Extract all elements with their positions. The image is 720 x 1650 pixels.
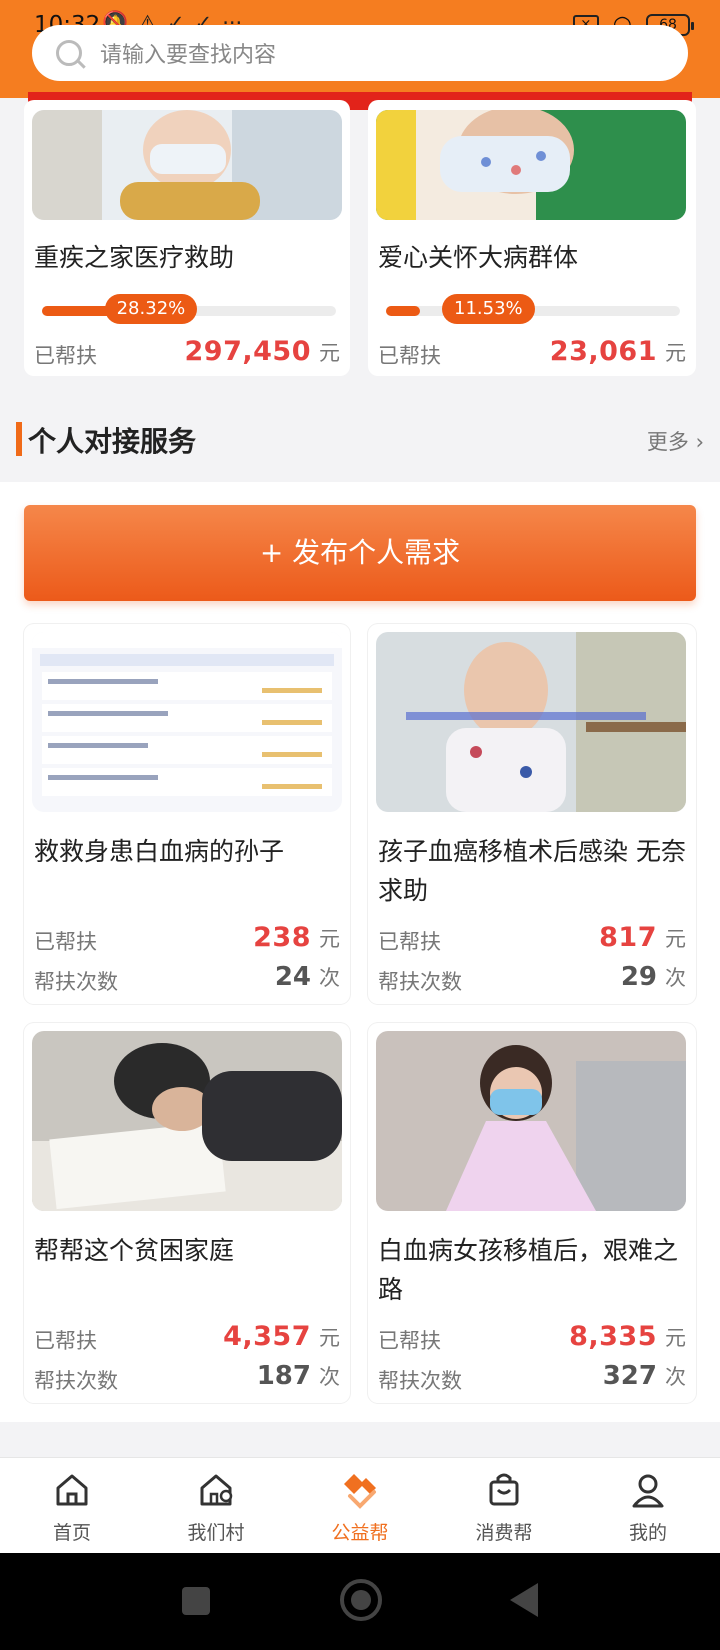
more-link[interactable]: 更多 › [647,426,704,456]
count-unit: 次 [665,966,686,990]
home-icon [56,1474,88,1506]
help-count: 187 次 [257,1361,340,1391]
help-count: 327 次 [603,1361,686,1391]
nav-item-village[interactable]: 我们村 [144,1458,288,1553]
amount-value: 23,061 [549,336,657,367]
request-card[interactable]: 救救身患白血病的孙子 已帮扶 238 元 帮扶次数 24 次 [24,624,350,1004]
nav-label: 消费帮 [475,1522,533,1544]
progress-bar: 28.32% [42,294,336,324]
nav-label: 公益帮 [331,1522,389,1544]
count-unit: 次 [319,1365,340,1389]
donation-list-screenshot [32,632,342,812]
progress-percent: 11.53% [442,294,535,324]
count-label: 帮扶次数 [34,1369,118,1393]
family-photo [32,1031,342,1211]
request-card-title: 白血病女孩移植后，艰难之路 [378,1236,679,1304]
amount-value: 238 [253,922,311,953]
amount-value: 817 [599,922,657,953]
amount-unit: 元 [319,1326,340,1350]
amount-unit: 元 [319,927,340,951]
count-label: 帮扶次数 [378,970,462,994]
amount-unit: 元 [665,1326,686,1350]
amount-value: 297,450 [184,336,311,367]
amount-unit: 元 [319,341,340,365]
nav-item-charity[interactable]: 公益帮 [288,1458,432,1553]
search-icon [56,40,82,66]
helped-label: 已帮扶 [378,1329,441,1353]
fund-card[interactable]: 爱心关怀大病群体 11.53% 已帮扶 23,061 元 [368,100,696,376]
nav-item-shopping[interactable]: 消费帮 [432,1458,576,1553]
progress-bar: 11.53% [386,294,680,324]
request-card-image [32,1031,342,1211]
count-label: 帮扶次数 [378,1369,462,1393]
section-accent-bar [16,422,22,456]
bottom-nav: 首页 我们村 公益帮 消费帮 我的 [0,1457,720,1553]
helped-amount: 8,335 元 [569,1321,686,1352]
child-patient-photo [32,110,342,220]
helped-label: 已帮扶 [378,930,441,954]
count-unit: 次 [665,1365,686,1389]
helped-label: 已帮扶 [34,344,97,368]
header-bar: 10:32 🔕 ⚠ ✓ ✓ ··· × ◠ 68 请输入要查找内容 [0,0,720,98]
request-card-title: 帮帮这个贫困家庭 [34,1236,235,1265]
fund-card-image [32,110,342,220]
request-card[interactable]: 孩子血癌移植术后感染 无奈求助 已帮扶 817 元 帮扶次数 29 次 [368,624,696,1004]
request-card-image [376,1031,686,1211]
nav-label: 首页 [52,1522,91,1544]
request-card-image [32,632,342,812]
count-unit: 次 [319,966,340,990]
back-button[interactable] [510,1583,538,1617]
section-header: 个人对接服务 更多 › [0,398,720,482]
count-value: 327 [602,1361,657,1391]
section-title: 个人对接服务 [28,425,197,458]
shopping-bag-icon [489,1473,519,1506]
amount-value: 8,335 [569,1321,657,1352]
nav-label: 我们村 [187,1522,245,1544]
help-count: 29 次 [621,962,686,992]
fund-card-image [376,110,686,220]
charity-icon [344,1474,376,1509]
nav-item-home[interactable]: 首页 [0,1458,144,1553]
count-value: 29 [620,962,657,992]
amount-value: 4,357 [223,1321,311,1352]
nav-item-profile[interactable]: 我的 [576,1458,720,1553]
count-value: 187 [256,1361,311,1391]
helped-amount: 4,357 元 [223,1321,340,1352]
helped-label: 已帮扶 [34,930,97,954]
fund-card[interactable]: 重疾之家医疗救助 28.32% 已帮扶 297,450 元 [24,100,350,376]
search-input[interactable]: 请输入要查找内容 [32,25,688,81]
nav-label: 我的 [628,1522,667,1544]
request-card[interactable]: 白血病女孩移植后，艰难之路 已帮扶 8,335 元 帮扶次数 327 次 [368,1023,696,1403]
help-count: 24 次 [275,962,340,992]
request-card-title: 孩子血癌移植术后感染 无奈求助 [378,837,686,905]
progress-fill [386,306,420,316]
search-placeholder: 请输入要查找内容 [100,43,277,68]
profile-icon [632,1474,664,1508]
system-nav-bar [0,1553,720,1650]
fund-card-title: 爱心关怀大病群体 [378,243,579,272]
request-card-image [376,632,686,812]
publish-request-button[interactable]: + 发布个人需求 [24,505,696,601]
helped-label: 已帮扶 [378,344,441,368]
count-value: 24 [274,962,311,992]
helped-label: 已帮扶 [34,1329,97,1353]
recent-apps-button[interactable] [182,1587,210,1615]
girl-in-dress-photo [376,1031,686,1211]
village-icon [200,1474,233,1506]
amount-unit: 元 [665,341,686,365]
request-card[interactable]: 帮帮这个贫困家庭 已帮扶 4,357 元 帮扶次数 187 次 [24,1023,350,1403]
home-button[interactable] [340,1579,382,1621]
count-label: 帮扶次数 [34,970,118,994]
progress-percent: 28.32% [104,294,198,324]
helped-amount: 23,061 元 [550,336,686,367]
request-card-title: 救救身患白血病的孙子 [34,837,285,866]
masked-child-photo [376,110,686,220]
fund-card-title: 重疾之家医疗救助 [34,243,235,272]
child-photo [376,632,686,812]
helped-amount: 297,450 元 [185,336,340,367]
helped-amount: 817 元 [599,922,686,953]
helped-amount: 238 元 [253,922,340,953]
amount-unit: 元 [665,927,686,951]
